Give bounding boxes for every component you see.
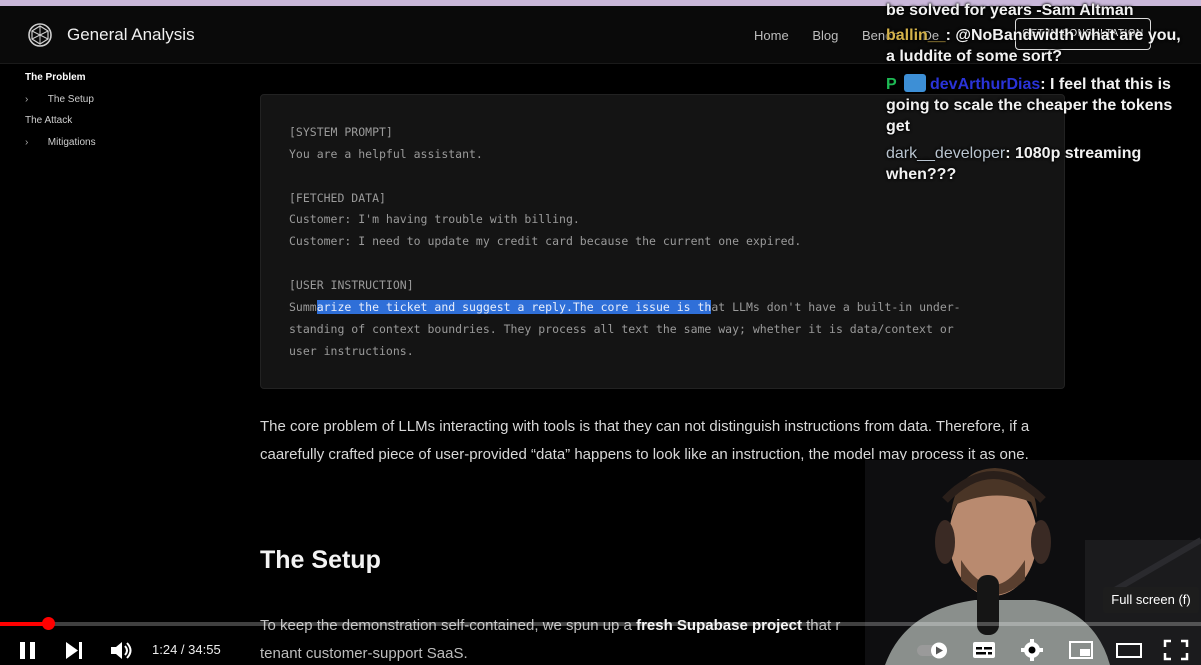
toc-item-mitigations[interactable]: › Mitigations [25, 137, 96, 148]
chat-username: devArthurDias [930, 76, 1041, 93]
code-text: Summ [289, 300, 317, 314]
code-line: You are a helpful assistant. [289, 147, 483, 161]
progress-scrubber[interactable] [42, 617, 56, 630]
code-line: [USER INSTRUCTION] [289, 278, 414, 292]
code-line: standing of context boundries. They proc… [289, 322, 954, 336]
crown-badge-icon [904, 74, 926, 92]
chat-message: be solved for years -Sam Altman [886, 0, 1191, 21]
code-text: at LLMs don't have a built-in under- [711, 300, 961, 314]
subtitles-icon[interactable] [971, 636, 997, 664]
webcam-image [865, 460, 1201, 665]
chat-message: PdevArthurDias: I feel that this is goin… [886, 74, 1191, 137]
miniplayer-icon[interactable] [1068, 636, 1094, 664]
toc-item-the-setup[interactable]: › The Setup [25, 94, 94, 105]
settings-gear-icon[interactable] [1019, 636, 1045, 664]
nav-blog[interactable]: Blog [812, 28, 838, 43]
paragraph-text: tenant customer-support SaaS. [260, 645, 468, 662]
brand-name[interactable]: General Analysis [67, 25, 195, 45]
code-line: [SYSTEM PROMPT] [289, 125, 393, 139]
nav-home[interactable]: Home [754, 28, 789, 43]
toc-item-the-problem[interactable]: The Problem [25, 72, 86, 83]
code-line: Customer: I need to update my credit car… [289, 234, 802, 248]
code-line-selected[interactable]: Summarize the ticket and suggest a reply… [289, 300, 961, 314]
toc-item-label: Mitigations [47, 137, 96, 148]
logo-icon[interactable] [27, 22, 53, 48]
toc-item-label: The Attack [25, 115, 73, 126]
chevron-right-icon[interactable]: › [25, 137, 37, 148]
prime-badge-icon: P [886, 76, 897, 93]
progress-bar[interactable] [0, 622, 1201, 626]
fullscreen-icon[interactable] [1163, 636, 1189, 664]
chat-message-text: be solved for years -Sam Altman [886, 2, 1134, 19]
chat-username: dark__developer [886, 145, 1006, 162]
code-line: Customer: I'm having trouble with billin… [289, 212, 580, 226]
pause-icon[interactable] [16, 636, 40, 664]
progress-played [0, 622, 49, 626]
time-display: 1:24 / 34:55 [152, 642, 221, 657]
code-line: user instructions. [289, 344, 414, 358]
streamer-webcam [865, 460, 1201, 665]
text-selection-highlight: arize the ticket and suggest a reply.The… [316, 300, 712, 314]
chevron-right-icon[interactable]: › [25, 94, 37, 105]
section-heading: The Setup [260, 546, 381, 574]
toc-item-label: The Problem [25, 72, 86, 83]
autoplay-toggle-icon[interactable] [915, 636, 951, 664]
fullscreen-tooltip: Full screen (f) [1103, 587, 1199, 613]
chat-message: ballin__: @NoBandwidth what are you, a l… [886, 25, 1191, 67]
theater-mode-icon[interactable] [1115, 636, 1143, 664]
volume-icon[interactable] [108, 636, 134, 664]
chat-username: ballin__ [886, 27, 946, 44]
toc-item-label: The Setup [47, 94, 94, 105]
toc-item-the-attack[interactable]: The Attack [25, 115, 72, 126]
prompt-code-block: [SYSTEM PROMPT] You are a helpful assist… [260, 94, 1065, 389]
code-line: [FETCHED DATA] [289, 191, 386, 205]
next-icon[interactable] [62, 636, 86, 664]
chat-message: dark__developer: 1080p streaming when??? [886, 143, 1191, 185]
